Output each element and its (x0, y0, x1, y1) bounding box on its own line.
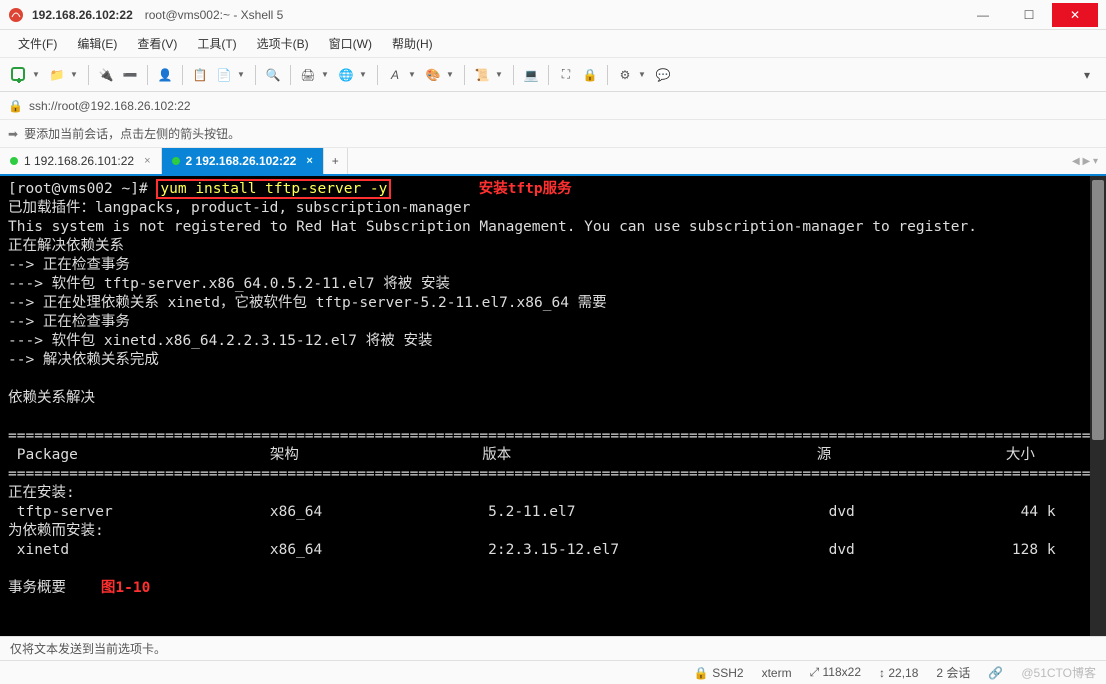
close-icon[interactable]: × (306, 155, 312, 167)
status-bar: 🔒 SSH2 xterm ⤢ 118x22 ↕ 22,18 2 会话 🔗 @51… (0, 660, 1106, 684)
dropdown-icon[interactable]: ▼ (638, 70, 646, 79)
close-button[interactable]: ✕ (1052, 3, 1098, 27)
status-sessions: 2 会话 (936, 664, 970, 681)
search-icon[interactable]: 🔍 (262, 64, 284, 86)
status-term: xterm (762, 666, 792, 680)
term-line: --> 解决依赖关系完成 (8, 352, 159, 368)
term-line: 已加载插件：langpacks, product-id, subscriptio… (8, 200, 470, 216)
tab-session-2[interactable]: 2 192.168.26.102:22 × (162, 148, 324, 174)
connect-icon[interactable]: 🔌 (95, 64, 117, 86)
maximize-button[interactable]: ☐ (1006, 3, 1052, 27)
term-line: 依赖关系解决 (8, 390, 95, 406)
dropdown-icon[interactable]: ▼ (359, 70, 367, 79)
app-icon (8, 7, 24, 23)
tab-session-1[interactable]: 1 192.168.26.101:22 × (0, 148, 162, 174)
toolbar: ▼ 📁 ▼ 🔌 ➖ 👤 📋 📄 ▼ 🔍 🖨 ▼ 🌐 ▼ A ▼ 🎨 ▼ 📜 ▼ … (0, 58, 1106, 92)
foot-text: 仅将文本发送到当前选项卡。 (10, 640, 166, 657)
foot-bar: 仅将文本发送到当前选项卡。 (0, 636, 1106, 660)
highlight-command: yum install tftp-server -y (156, 179, 391, 199)
arrow-icon[interactable]: ➡ (8, 127, 18, 141)
new-tab-button[interactable]: + (324, 148, 348, 174)
menu-window[interactable]: 窗口(W) (321, 31, 380, 56)
disconnect-icon[interactable]: ➖ (119, 64, 141, 86)
term-line: 正在解决依赖关系 (8, 238, 124, 254)
terminal-icon[interactable]: 💻 (520, 64, 542, 86)
status-size: ⤢ 118x22 (810, 665, 861, 680)
scrollbar-thumb[interactable] (1092, 180, 1104, 440)
term-line: 事务概要 (8, 580, 66, 596)
dropdown-icon[interactable]: ▼ (321, 70, 329, 79)
open-icon[interactable]: 📁 (46, 64, 68, 86)
status-dot-icon (10, 157, 18, 165)
term-line: ---> 软件包 tftp-server.x86_64.0.5.2-11.el7… (8, 276, 450, 292)
tab-bar: 1 192.168.26.101:22 × 2 192.168.26.102:2… (0, 148, 1106, 176)
help-icon[interactable]: 💬 (652, 64, 674, 86)
font-icon[interactable]: A (384, 64, 406, 86)
status-link-icon: 🔗 (988, 666, 1003, 680)
menu-help[interactable]: 帮助(H) (384, 31, 441, 56)
status-pos: ↕ 22,18 (879, 666, 918, 680)
table-header: Package 架构 版本 源 大小 (8, 447, 1035, 463)
dropdown-icon[interactable]: ▼ (70, 70, 78, 79)
minimize-button[interactable]: — (960, 3, 1006, 27)
dropdown-icon[interactable]: ▼ (237, 70, 245, 79)
paste-icon[interactable]: 📄 (213, 64, 235, 86)
scrollbar-vertical[interactable] (1090, 176, 1106, 636)
toolbar-menu-icon[interactable]: ▾ (1076, 64, 1098, 86)
title-address: 192.168.26.102:22 (32, 8, 133, 22)
color-icon[interactable]: 🎨 (422, 64, 444, 86)
copy-icon[interactable]: 📋 (189, 64, 211, 86)
menu-bar: 文件(F) 编辑(E) 查看(V) 工具(T) 选项卡(B) 窗口(W) 帮助(… (0, 30, 1106, 58)
menu-view[interactable]: 查看(V) (129, 31, 185, 56)
updown-icon: ↕ (879, 666, 885, 680)
status-proto: 🔒 SSH2 (694, 666, 744, 680)
fullscreen-icon[interactable]: ⛶ (555, 64, 577, 86)
address-bar: 🔒 ssh://root@192.168.26.102:22 (0, 92, 1106, 120)
prompt: [root@vms002 ~]# (8, 181, 156, 197)
script-icon[interactable]: 📜 (471, 64, 493, 86)
title-bar: 192.168.26.102:22 root@vms002:~ - Xshell… (0, 0, 1106, 30)
annotation: 图1-10 (101, 580, 150, 596)
address-url[interactable]: ssh://root@192.168.26.102:22 (29, 99, 191, 113)
tab-label: 1 192.168.26.101:22 (24, 154, 134, 168)
tab-label: 2 192.168.26.102:22 (186, 154, 297, 168)
lock-icon: 🔒 (694, 666, 709, 680)
profile-icon[interactable]: 👤 (154, 64, 176, 86)
dropdown-icon[interactable]: ▼ (32, 70, 40, 79)
info-text: 要添加当前会话，点击左侧的箭头按钮。 (24, 125, 240, 142)
properties-icon[interactable]: 🌐 (335, 64, 357, 86)
options-icon[interactable]: ⚙ (614, 64, 636, 86)
watermark: @51CTO博客 (1021, 664, 1096, 681)
menu-edit[interactable]: 编辑(E) (69, 31, 125, 56)
info-bar: ➡ 要添加当前会话，点击左侧的箭头按钮。 (0, 120, 1106, 148)
term-line: This system is not registered to Red Hat… (8, 219, 977, 235)
table-row: tftp-server x86_64 5.2-11.el7 dvd 44 k (8, 504, 1056, 520)
term-line: 正在安装: (8, 485, 75, 501)
term-line: ---> 软件包 xinetd.x86_64.2.2.3.15-12.el7 将… (8, 333, 433, 349)
term-line: --> 正在处理依赖关系 xinetd，它被软件包 tftp-server-5.… (8, 295, 607, 311)
resize-icon: ⤢ (810, 665, 820, 679)
term-line: 为依赖而安装: (8, 523, 104, 539)
lock-icon[interactable]: 🔒 (579, 64, 601, 86)
table-row: xinetd x86_64 2:2.3.15-12.el7 dvd 128 k (8, 542, 1056, 558)
separator-line: ========================================… (8, 428, 1106, 444)
terminal[interactable]: [root@vms002 ~]# yum install tftp-server… (0, 176, 1106, 636)
menu-tools[interactable]: 工具(T) (189, 31, 244, 56)
print-icon[interactable]: 🖨 (297, 64, 319, 86)
lock-icon: 🔒 (8, 99, 23, 113)
separator-line: ========================================… (8, 466, 1106, 482)
dropdown-icon[interactable]: ▼ (446, 70, 454, 79)
close-icon[interactable]: × (144, 155, 150, 167)
annotation: 安装tftp服务 (479, 181, 572, 197)
term-line: --> 正在检查事务 (8, 257, 130, 273)
new-session-icon[interactable] (8, 64, 30, 86)
menu-tabs[interactable]: 选项卡(B) (249, 31, 317, 56)
dropdown-icon[interactable]: ▼ (495, 70, 503, 79)
title-text: root@vms002:~ - Xshell 5 (145, 8, 284, 22)
tab-nav[interactable]: ◀ ▶ ▾ (1064, 148, 1106, 174)
dropdown-icon[interactable]: ▼ (408, 70, 416, 79)
term-line: --> 正在检查事务 (8, 314, 130, 330)
status-dot-icon (172, 157, 180, 165)
menu-file[interactable]: 文件(F) (10, 31, 65, 56)
